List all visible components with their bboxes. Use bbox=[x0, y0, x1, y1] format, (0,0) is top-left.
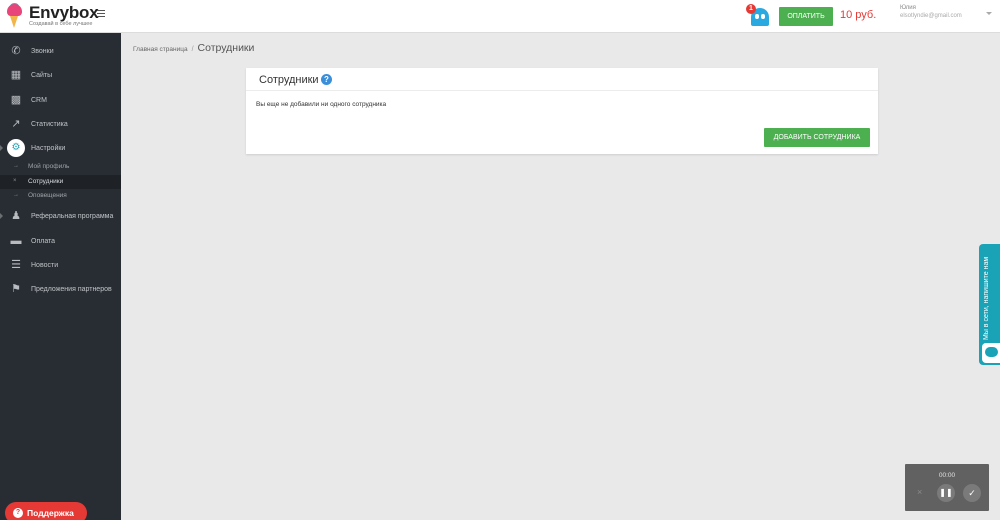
sidebar-item-crm[interactable]: ▩ CRM bbox=[0, 88, 121, 112]
sidebar-subitem-label: Мой профиль bbox=[28, 163, 70, 170]
card-divider bbox=[246, 90, 878, 91]
recorder-confirm-button[interactable]: ✓ bbox=[963, 484, 981, 502]
sidebar-item-referral[interactable]: ♟ Реферальная программа bbox=[0, 204, 121, 228]
recorder-pause-button[interactable]: ❚❚ bbox=[937, 484, 955, 502]
support-button[interactable]: ? Поддержка bbox=[5, 502, 87, 520]
chat-widget-label: Мы в сети, напишите нам bbox=[983, 256, 990, 340]
sidebar-subitem-employees[interactable]: × Сотрудники bbox=[0, 175, 121, 189]
grid-icon: ▦ bbox=[10, 69, 22, 81]
tag-icon: ⚑ bbox=[11, 283, 21, 295]
sidebar-item-label: CRM bbox=[31, 96, 47, 104]
user-menu-caret-icon[interactable] bbox=[986, 12, 992, 15]
logo[interactable]: Envybox Создавай в себе лучшее bbox=[6, 3, 99, 29]
sidebar-item-label: Реферальная программа bbox=[31, 212, 114, 220]
breadcrumb-home-link[interactable]: Главная страница bbox=[133, 46, 188, 53]
close-icon: × bbox=[13, 178, 17, 184]
sidebar-item-payment[interactable]: ▬ Оплата bbox=[0, 229, 121, 253]
sidebar-subitem-label: Оповещения bbox=[28, 192, 67, 199]
sidebar-item-label: Новости bbox=[31, 261, 59, 269]
sidebar-subitem-label: Сотрудники bbox=[28, 178, 64, 185]
breadcrumb: Главная страница / Сотрудники bbox=[133, 42, 254, 54]
notification-badge: 1 bbox=[746, 4, 756, 14]
card-icon: ▬ bbox=[10, 235, 22, 247]
sidebar-item-label: Настройки bbox=[31, 144, 66, 152]
sidebar-item-label: Сайты bbox=[31, 71, 53, 79]
sidebar-item-settings[interactable]: ⚙ Настройки bbox=[0, 136, 121, 160]
recorder-time: 00:00 bbox=[938, 472, 956, 479]
balance-amount: 10 руб. bbox=[840, 9, 877, 21]
sidebar-item-label: Звонки bbox=[31, 47, 54, 55]
user-name[interactable]: Юлия bbox=[900, 5, 916, 11]
breadcrumb-separator: / bbox=[191, 46, 194, 53]
sidebar-item-label: Предложения партнеров bbox=[31, 285, 112, 293]
trend-icon: ↗ bbox=[11, 118, 21, 130]
chat-bubble-icon[interactable] bbox=[982, 343, 1000, 363]
arrow-right-icon: → bbox=[13, 192, 19, 198]
pay-button[interactable]: ОПЛАТИТЬ bbox=[779, 7, 833, 26]
sitemap-icon: ▩ bbox=[10, 94, 22, 106]
support-button-label: Поддержка bbox=[27, 508, 74, 518]
sidebar-item-label: Статистика bbox=[31, 120, 68, 128]
sidebar-item-label: Оплата bbox=[31, 237, 56, 245]
empty-state-text: Вы еще не добавили ни одного сотрудника bbox=[256, 101, 387, 108]
user-email[interactable]: elsotlyndie@gmail.com bbox=[900, 13, 962, 19]
recorder-cancel-icon[interactable]: × bbox=[917, 487, 922, 497]
sidebar-item-statistics[interactable]: ↗ Статистика bbox=[0, 112, 121, 136]
gear-icon: ⚙ bbox=[7, 139, 25, 157]
card-title: Сотрудники bbox=[259, 74, 319, 86]
sidebar-subitem-profile[interactable]: → Мой профиль bbox=[0, 160, 121, 174]
phone-icon: ✆ bbox=[11, 45, 21, 57]
sidebar: ✆ Звонки ▦ Сайты ▩ CRM ↗ Статистика ⚙ На… bbox=[0, 33, 121, 520]
sidebar-item-partners[interactable]: ⚑ Предложения партнеров bbox=[0, 277, 121, 301]
recorder-widget: 00:00 × ❚❚ ✓ bbox=[905, 464, 989, 511]
question-icon: ? bbox=[13, 508, 23, 518]
arrow-right-icon: → bbox=[13, 163, 19, 169]
sidebar-item-calls[interactable]: ✆ Звонки bbox=[0, 39, 121, 63]
logo-name: Envybox bbox=[29, 3, 99, 22]
sidebar-item-news[interactable]: ☰ Новости bbox=[0, 253, 121, 277]
list-icon: ☰ bbox=[11, 259, 21, 271]
sidebar-subitem-notifications[interactable]: → Оповещения bbox=[0, 189, 121, 203]
top-header: Envybox Создавай в себе лучшее 1 ОПЛАТИТ… bbox=[0, 0, 1000, 33]
add-employee-button[interactable]: ДОБАВИТЬ СОТРУДНИКА bbox=[764, 128, 870, 147]
sidebar-item-sites[interactable]: ▦ Сайты bbox=[0, 63, 121, 87]
help-icon[interactable]: ? bbox=[321, 74, 332, 85]
logo-slogan: Создавай в себе лучшее bbox=[29, 21, 93, 27]
users-icon: ♟ bbox=[11, 210, 21, 222]
page-title: Сотрудники bbox=[197, 42, 255, 54]
employees-card: Сотрудники ? Вы еще не добавили ни одног… bbox=[246, 68, 878, 154]
menu-toggle-icon[interactable] bbox=[97, 10, 105, 17]
ice-cream-logo-icon bbox=[6, 3, 23, 29]
